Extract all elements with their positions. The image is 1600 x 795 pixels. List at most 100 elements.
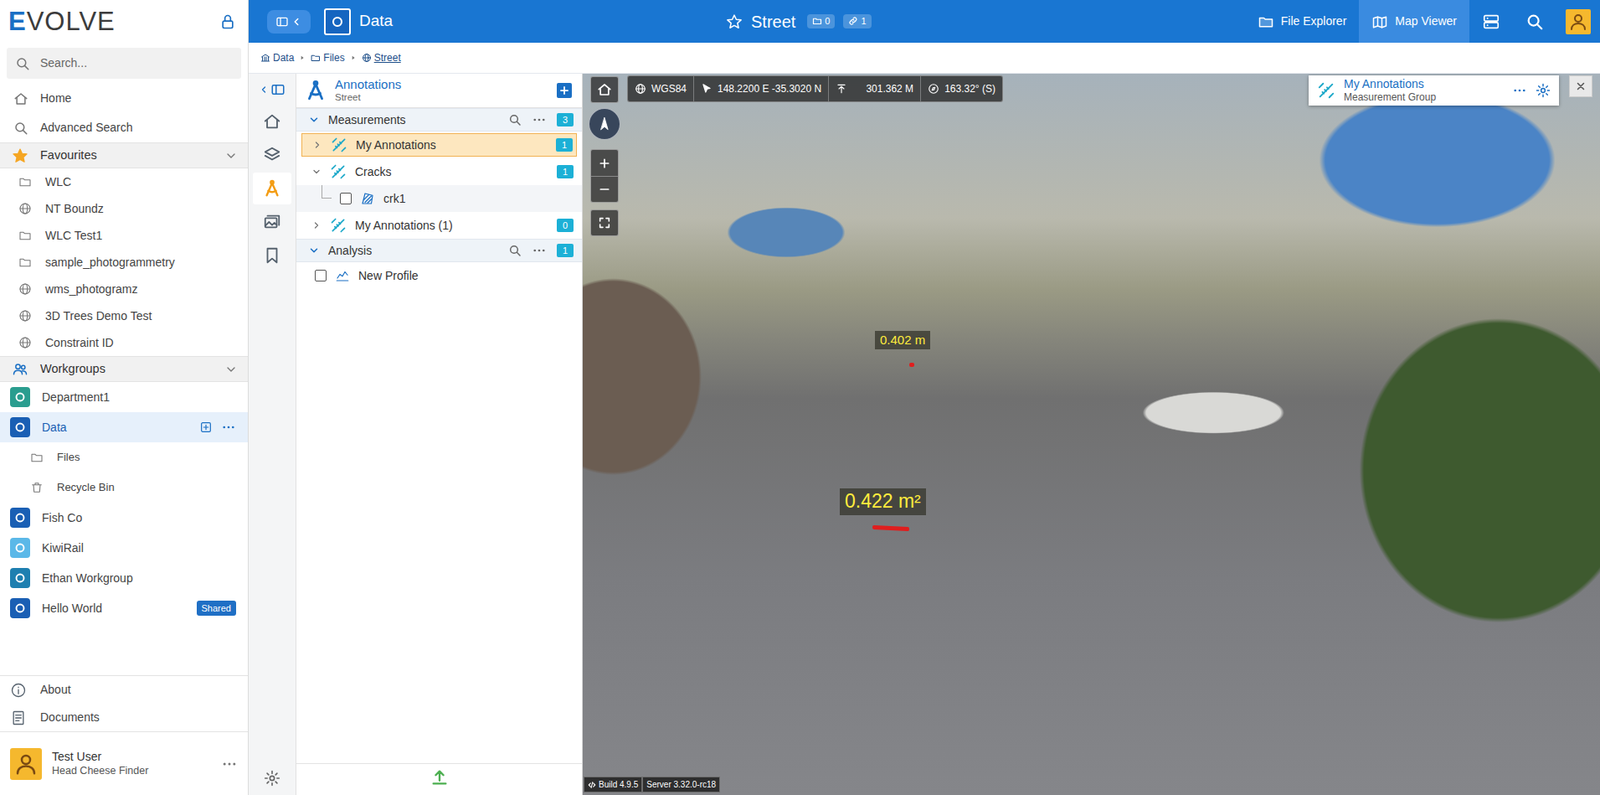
user-info: Test UserHead Cheese Finder: [51, 748, 211, 777]
favourites-header[interactable]: Favourites: [0, 142, 248, 169]
workgroup-item[interactable]: Fish Co: [0, 502, 248, 533]
favourite-item[interactable]: WLC Test1: [0, 221, 248, 249]
close-icon: [1574, 80, 1587, 93]
sidebar-toggle[interactable]: [267, 10, 311, 34]
favourite-item[interactable]: NT Boundz: [0, 195, 248, 222]
more-icon[interactable]: [531, 112, 547, 128]
workgroup-item[interactable]: Files: [0, 442, 248, 473]
brand-bar: EVOLVE: [0, 0, 248, 43]
section-header[interactable]: Measurements3: [296, 108, 582, 132]
search-button[interactable]: [1512, 0, 1557, 43]
count-pill[interactable]: 0: [807, 14, 835, 29]
panel-subtitle: Street: [334, 92, 402, 104]
add-button[interactable]: [556, 82, 572, 98]
rail-button[interactable]: [252, 105, 292, 138]
annotation-item[interactable]: crk1: [296, 185, 582, 212]
more-icon[interactable]: [531, 242, 547, 258]
favourite-item[interactable]: wms_photogramz: [0, 275, 248, 303]
chevron-icon[interactable]: [311, 220, 322, 231]
workspace: AnnotationsStreetMeasurements3My Annotat…: [248, 73, 1600, 795]
compass-button[interactable]: [588, 108, 621, 140]
favourite-item[interactable]: sample_photogrammetry: [0, 248, 248, 276]
footer-item[interactable]: About: [0, 675, 248, 704]
add-icon[interactable]: [199, 420, 213, 434]
measurement-label[interactable]: 0.422 m²: [839, 488, 927, 515]
favourite-item[interactable]: 3D Trees Demo Test: [0, 302, 248, 330]
rail-button[interactable]: [252, 239, 292, 272]
section-header[interactable]: Analysis1: [296, 238, 582, 263]
nav-item[interactable]: Home: [0, 83, 248, 114]
upload-button[interactable]: [430, 767, 449, 792]
link-icon: [848, 15, 859, 26]
server-button[interactable]: [1469, 0, 1513, 43]
favourite-icon[interactable]: [725, 13, 743, 31]
workgroup-item[interactable]: Hello WorldShared: [0, 592, 248, 623]
workgroup-item[interactable]: Department1: [0, 381, 248, 412]
home-button[interactable]: [590, 76, 619, 103]
chevron-icon[interactable]: [312, 139, 323, 150]
zoom-out-button[interactable]: [591, 175, 618, 202]
workgroup-item[interactable]: Recycle Bin: [0, 472, 248, 503]
chevron-icon[interactable]: [224, 362, 238, 376]
more-icon[interactable]: [221, 755, 238, 772]
annotation-item[interactable]: My Annotations1: [301, 133, 577, 157]
rail-button[interactable]: [252, 205, 292, 238]
breadcrumb-item[interactable]: Data: [260, 50, 294, 66]
search-input[interactable]: [38, 53, 233, 73]
chevron-icon[interactable]: [311, 166, 322, 177]
folder-icon: [18, 174, 32, 189]
separator-icon: [298, 54, 306, 62]
workgroup-item[interactable]: Data: [0, 411, 248, 443]
heading-icon: [927, 82, 940, 95]
panel-body: Measurements3My Annotations1Cracks1crk1M…: [296, 108, 582, 763]
workgroup-title[interactable]: Data: [324, 8, 393, 36]
panel-toggle[interactable]: [258, 73, 286, 106]
chevron-icon[interactable]: [308, 244, 320, 257]
chevron-left-icon: [258, 84, 269, 95]
annotation-item[interactable]: My Annotations (1)0: [296, 211, 582, 239]
item-label: sample_photogrammetry: [45, 253, 175, 272]
workgroups-header[interactable]: Workgroups: [0, 355, 248, 382]
account-button[interactable]: [1556, 0, 1600, 43]
rail-button[interactable]: [252, 172, 292, 205]
checkbox[interactable]: [314, 269, 327, 282]
search-icon[interactable]: [508, 243, 522, 258]
measurement-label[interactable]: 0.402 m: [874, 330, 931, 350]
chevron-icon[interactable]: [308, 113, 320, 126]
settings-button[interactable]: [252, 761, 292, 795]
workgroup-item[interactable]: KiwiRail: [0, 532, 248, 563]
item-label: About: [40, 680, 72, 699]
workgroup-item[interactable]: Ethan Workgroup: [0, 562, 248, 593]
favourite-item[interactable]: Constraint ID: [0, 329, 248, 356]
item-label: WLC: [45, 173, 72, 191]
checkbox[interactable]: [339, 192, 352, 205]
rail-button[interactable]: [252, 138, 292, 171]
close-button[interactable]: [1569, 75, 1593, 98]
footer-item[interactable]: Documents: [0, 703, 248, 731]
view-tab[interactable]: File Explorer: [1245, 0, 1360, 43]
status-bar: Build 4.9.5Server 3.32.0-rc18: [583, 776, 721, 793]
map-viewer[interactable]: WGS84148.2200 E -35.3020 N301.362 M163.3…: [582, 73, 1600, 795]
zoom-in-button[interactable]: [591, 149, 618, 176]
nav-item[interactable]: Advanced Search: [0, 113, 248, 143]
gear-icon[interactable]: [1535, 82, 1551, 98]
search-icon[interactable]: [508, 113, 522, 127]
item-label: KiwiRail: [41, 539, 84, 557]
item-label: Files: [56, 448, 80, 466]
fullscreen-button[interactable]: [590, 209, 619, 237]
count-pill[interactable]: 1: [843, 14, 871, 29]
breadcrumb-item[interactable]: Street: [361, 50, 402, 66]
favourite-item[interactable]: WLC: [0, 168, 248, 196]
annotation-item[interactable]: New Profile: [296, 262, 582, 289]
info-title[interactable]: My Annotations: [1343, 77, 1436, 92]
lock-icon[interactable]: [219, 13, 237, 31]
chevron-icon[interactable]: [224, 149, 238, 163]
logo[interactable]: EVOLVE: [8, 8, 116, 35]
user-card[interactable]: Test UserHead Cheese Finder: [0, 730, 248, 795]
more-icon[interactable]: [221, 419, 237, 435]
view-tab[interactable]: Map Viewer: [1358, 0, 1470, 43]
item-label: Department1: [41, 388, 110, 407]
annotation-item[interactable]: Cracks1: [296, 158, 582, 186]
more-icon[interactable]: [1512, 82, 1528, 98]
breadcrumb-item[interactable]: Files: [310, 50, 345, 66]
